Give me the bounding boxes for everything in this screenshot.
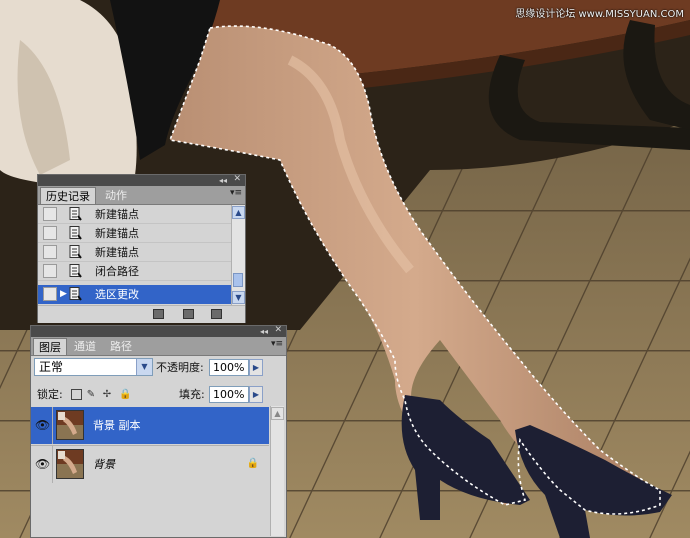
close-icon[interactable]: ✕	[233, 174, 241, 185]
history-item-label: 闭合路径	[95, 265, 139, 278]
history-snapshot-checkbox[interactable]	[43, 245, 57, 259]
layer-name[interactable]: 背景	[93, 446, 115, 483]
history-item-selected[interactable]: ▶ 选区更改	[38, 285, 231, 304]
layers-tabs: 图层 通道 路径 ▾≡	[31, 337, 286, 356]
close-icon[interactable]: ✕	[274, 325, 282, 336]
history-state-icon	[69, 245, 82, 259]
opacity-label: 不透明度:	[156, 361, 204, 374]
panel-menu-icon[interactable]: ▾≡	[271, 339, 283, 349]
history-panel: ◂◂ ✕ 历史记录 动作 ▾≡ 新建锚点 新建锚点 新建锚点 闭合路径 ▶ 选区…	[37, 174, 246, 323]
tab-history[interactable]: 历史记录	[40, 187, 96, 204]
visibility-toggle[interactable]: 👁	[31, 446, 53, 483]
layer-name[interactable]: 背景 副本	[93, 407, 141, 444]
eye-icon[interactable]: 👁	[35, 457, 50, 471]
fill-label: 填充:	[179, 388, 205, 401]
tab-actions[interactable]: 动作	[100, 187, 132, 204]
lock-all-icon[interactable]: 🔒	[119, 390, 131, 400]
tab-paths[interactable]: 路径	[105, 338, 137, 355]
chevron-down-icon[interactable]: ▼	[136, 359, 152, 375]
visibility-toggle[interactable]: 👁	[31, 407, 53, 444]
tab-layers[interactable]: 图层	[33, 338, 67, 355]
history-state-icon	[69, 226, 82, 240]
create-snapshot-icon[interactable]	[183, 309, 194, 319]
history-item[interactable]: 新建锚点	[38, 205, 231, 224]
history-item[interactable]: 新建锚点	[38, 224, 231, 243]
history-item[interactable]: 闭合路径	[38, 262, 231, 281]
panel-menu-icon[interactable]: ▾≡	[230, 188, 242, 198]
trash-icon[interactable]	[211, 309, 222, 319]
history-state-icon	[69, 264, 82, 278]
lock-transparent-pixels-icon[interactable]	[71, 389, 82, 400]
layers-panel: ◂◂ ✕ 图层 通道 路径 ▾≡ 正常 ▼ 不透明度: 100% ▶ 锁定: ✎…	[30, 325, 287, 538]
history-snapshot-checkbox[interactable]	[43, 226, 57, 240]
history-footer	[38, 305, 245, 323]
history-tabs: 历史记录 动作 ▾≡	[38, 186, 245, 205]
layer-thumbnail	[56, 449, 84, 479]
history-panel-titlebar[interactable]: ◂◂ ✕	[38, 174, 245, 186]
lock-icon: 🔒	[246, 458, 259, 469]
history-snapshot-checkbox[interactable]	[43, 287, 57, 301]
history-state-pointer-icon: ▶	[60, 289, 67, 299]
history-item-label: 选区更改	[95, 288, 139, 301]
scroll-thumb[interactable]	[233, 273, 243, 287]
layers-scrollbar[interactable]: ▲	[270, 406, 284, 536]
layer-thumbnail	[56, 410, 84, 440]
opacity-input[interactable]: 100%	[209, 359, 249, 376]
new-document-from-state-icon[interactable]	[153, 309, 164, 319]
history-item-label: 新建锚点	[95, 246, 139, 259]
lock-image-pixels-brush-icon[interactable]: ✎	[86, 390, 96, 400]
tab-channels[interactable]: 通道	[69, 338, 101, 355]
eye-icon[interactable]: 👁	[35, 418, 50, 432]
blend-mode-select[interactable]: 正常 ▼	[34, 358, 153, 376]
fill-input[interactable]: 100%	[209, 386, 249, 403]
history-state-icon	[69, 207, 82, 221]
history-item-label: 新建锚点	[95, 208, 139, 221]
collapse-icon[interactable]: ◂◂	[260, 326, 268, 337]
watermark: 思缘设计论坛 www.MISSYUAN.COM	[515, 9, 684, 20]
scroll-up-arrow-icon[interactable]: ▲	[232, 206, 245, 219]
layer-row-background-copy[interactable]: 👁 背景 副本	[31, 407, 269, 444]
scroll-up-arrow-icon[interactable]: ▲	[271, 407, 284, 420]
history-snapshot-checkbox[interactable]	[43, 264, 57, 278]
lock-label: 锁定:	[37, 388, 63, 401]
history-item-label: 新建锚点	[95, 227, 139, 240]
opacity-slider-arrow-icon[interactable]: ▶	[249, 359, 263, 376]
history-state-icon	[69, 287, 82, 301]
history-snapshot-checkbox[interactable]	[43, 207, 57, 221]
layer-row-background[interactable]: 👁 背景 🔒	[31, 445, 269, 483]
blend-mode-value: 正常	[39, 360, 64, 374]
collapse-icon[interactable]: ◂◂	[219, 175, 227, 186]
history-item[interactable]: 新建锚点	[38, 243, 231, 262]
lock-position-move-icon[interactable]: ✢	[102, 390, 112, 400]
scroll-down-arrow-icon[interactable]: ▼	[232, 291, 245, 304]
layers-panel-titlebar[interactable]: ◂◂ ✕	[31, 325, 286, 337]
history-scrollbar[interactable]: ▲ ▼	[231, 205, 245, 305]
fill-slider-arrow-icon[interactable]: ▶	[249, 386, 263, 403]
